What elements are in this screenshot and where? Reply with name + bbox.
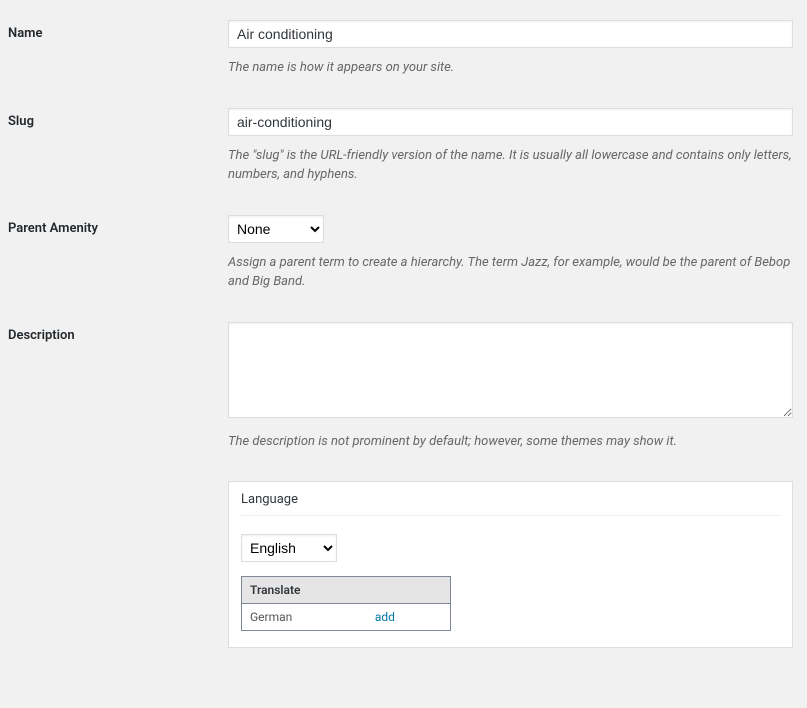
translate-header: Translate bbox=[242, 577, 451, 604]
language-box-title: Language bbox=[241, 492, 780, 516]
language-box: Language English Translate German bbox=[228, 481, 793, 648]
parent-label: Parent Amenity bbox=[8, 221, 98, 236]
parent-select[interactable]: None bbox=[228, 215, 324, 243]
translate-add-link[interactable]: add bbox=[375, 610, 395, 624]
description-textarea[interactable] bbox=[228, 322, 793, 418]
description-label: Description bbox=[8, 328, 75, 343]
parent-description: Assign a parent term to create a hierarc… bbox=[228, 253, 793, 292]
language-select[interactable]: English bbox=[241, 534, 337, 562]
name-input[interactable] bbox=[228, 20, 793, 48]
description-hint: The description is not prominent by defa… bbox=[228, 432, 793, 452]
slug-label: Slug bbox=[8, 114, 34, 129]
slug-input[interactable] bbox=[228, 108, 793, 136]
slug-description: The "slug" is the URL-friendly version o… bbox=[228, 146, 793, 185]
translate-language: German bbox=[242, 604, 367, 631]
table-row: German add bbox=[242, 604, 451, 631]
translate-table: Translate German add bbox=[241, 576, 451, 631]
name-label: Name bbox=[8, 26, 42, 41]
name-description: The name is how it appears on your site. bbox=[228, 58, 793, 78]
